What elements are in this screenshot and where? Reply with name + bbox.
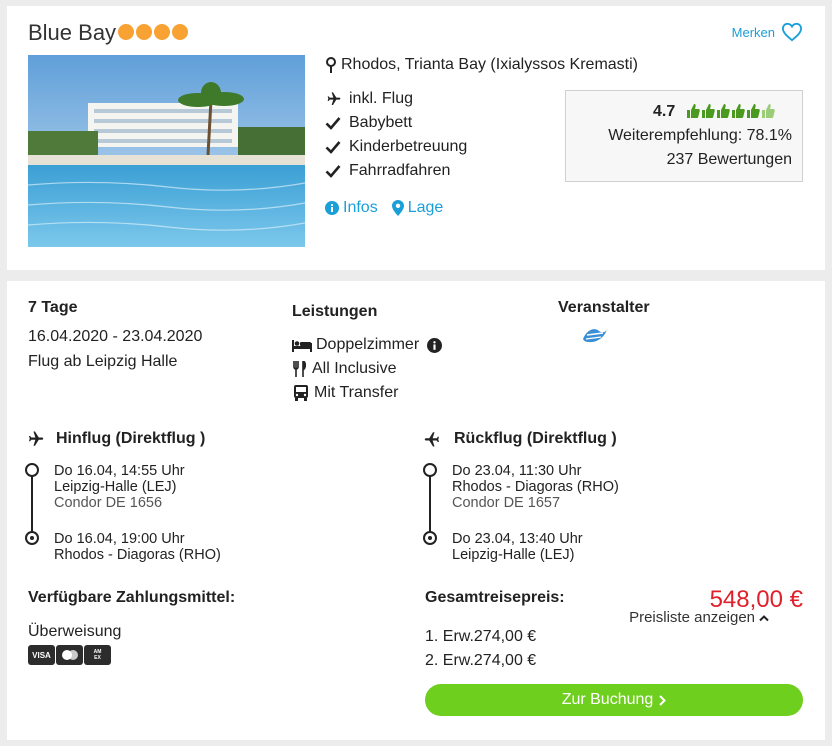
hinflug-arrival-dot — [25, 531, 39, 545]
hinflug-departure-dot — [25, 463, 39, 477]
feature-label: Kinderbetreuung — [349, 138, 468, 155]
traveller-price-1: 1. Erw.274,00 € — [425, 628, 537, 645]
thumb-up-icon — [702, 104, 715, 118]
map-pin-icon — [326, 57, 336, 73]
rueckflug-arrival-dot — [423, 531, 437, 545]
plane-icon — [29, 431, 44, 446]
feature-label: inkl. Flug — [349, 90, 414, 107]
hinflug-flight-number: Condor DE 1656 — [54, 495, 163, 511]
heart-icon — [781, 22, 803, 42]
hotel-photo[interactable] — [28, 55, 305, 247]
leistung-doppelzimmer: Doppelzimmer — [292, 336, 443, 354]
rueckflug-arr-airport: Leipzig-Halle (LEJ) — [452, 547, 575, 563]
thumb-up-icon — [732, 104, 745, 118]
thumb-up-icon — [717, 104, 730, 118]
hotel-links: Infos Lage — [325, 199, 443, 217]
hinflug-arr-airport: Rhodos - Diagoras (RHO) — [54, 547, 221, 563]
feature-item-flight: inkl. Flug — [325, 90, 413, 108]
booking-button[interactable]: Zur Buchung — [425, 684, 803, 716]
leistung-transfer: Mit Transfer — [292, 384, 398, 402]
star-icon — [154, 24, 170, 40]
rueckflug-flight-number: Condor DE 1657 — [452, 495, 561, 511]
bed-icon — [292, 340, 312, 352]
review-count: 237 Bewertungen — [666, 151, 792, 168]
veranstalter-title: Veranstalter — [558, 299, 650, 316]
feature-label: Fahrradfahren — [349, 162, 451, 179]
rueckflug-header: Rückflug (Direktflug ) — [422, 430, 617, 448]
bus-icon — [294, 385, 308, 401]
rating-box[interactable]: 4.7 Weiterempfehlung: 78.1% 237 Bewertun… — [565, 90, 803, 182]
amex-card-icon: AM EX — [84, 645, 111, 665]
thumb-up-icon — [747, 104, 760, 118]
leistung-label: Mit Transfer — [314, 384, 399, 401]
rueckflug-dep-time: Do 23.04, 11:30 Uhr — [452, 463, 582, 479]
check-icon — [325, 165, 341, 178]
hinflug-header: Hinflug (Direktflug ) — [24, 430, 205, 448]
infos-link[interactable]: Infos — [325, 199, 378, 217]
hotel-location: Rhodos, Trianta Bay (Ixialyssos Kremasti… — [325, 56, 638, 74]
merken-button[interactable]: Merken — [732, 22, 803, 42]
offer-card: 7 Tage 16.04.2020 - 23.04.2020 Flug ab L… — [7, 281, 825, 740]
map-marker-icon — [391, 200, 404, 216]
price-list-toggle[interactable]: Preisliste anzeigen — [629, 609, 769, 626]
star-icon — [172, 24, 188, 40]
rating-thumbs — [686, 103, 775, 119]
thumb-up-icon — [687, 104, 700, 118]
rueckflug-title: Rückflug (Direktflug ) — [454, 430, 617, 447]
rueckflug-departure-dot — [423, 463, 437, 477]
feature-item-kinderbetreuung: Kinderbetreuung — [325, 138, 467, 156]
hotel-stars — [118, 24, 188, 40]
hinflug-title: Hinflug (Direktflug ) — [56, 430, 206, 447]
trip-duration: 7 Tage — [28, 299, 78, 316]
trip-dates: 16.04.2020 - 23.04.2020 — [28, 328, 203, 345]
hinflug-dep-time: Do 16.04, 14:55 Uhr — [54, 463, 185, 479]
veranstalter-logo — [581, 325, 609, 352]
payment-method: Überweisung — [28, 623, 122, 640]
lage-link[interactable]: Lage — [391, 199, 444, 217]
leistungen-title: Leistungen — [292, 303, 378, 320]
info-icon — [325, 201, 339, 215]
rueckflug-arr-time: Do 23.04, 13:40 Uhr — [452, 531, 583, 547]
hinflug-arr-time: Do 16.04, 19:00 Uhr — [54, 531, 185, 547]
cutlery-icon — [293, 361, 307, 377]
payment-title: Verfügbare Zahlungsmittel: — [28, 589, 236, 606]
check-icon — [325, 117, 341, 130]
rating-score: 4.7 — [653, 103, 676, 120]
check-icon — [325, 141, 341, 154]
mastercard-icon — [56, 645, 83, 665]
lage-label: Lage — [407, 199, 444, 216]
total-title: Gesamtreisepreis: — [425, 589, 565, 606]
hotel-card: Blue Bay Merken Rhodos, Trianta Bay (Ixi… — [7, 6, 825, 270]
booking-button-label: Zur Buchung — [561, 691, 654, 708]
merken-label: Merken — [731, 24, 775, 40]
leistung-label: All Inclusive — [312, 360, 397, 377]
recommendation-rate: Weiterempfehlung: 78.1% — [608, 127, 792, 144]
hotel-name[interactable]: Blue Bay — [28, 20, 116, 46]
rueckflug-dep-airport: Rhodos - Diagoras (RHO) — [452, 479, 619, 495]
feature-item-fahrradfahren: Fahrradfahren — [325, 162, 450, 180]
visa-card-icon: VISA — [28, 645, 55, 665]
plane-return-icon — [424, 432, 439, 447]
leistung-label: Doppelzimmer — [316, 336, 420, 353]
traveller-price-2: 2. Erw.274,00 € — [425, 652, 537, 669]
chevron-right-icon — [659, 694, 667, 706]
leistung-all-inclusive: All Inclusive — [292, 360, 396, 378]
departure-airport: Flug ab Leipzig Halle — [28, 353, 178, 370]
star-icon — [118, 24, 134, 40]
price-list-label: Preisliste anzeigen — [629, 609, 755, 626]
plane-icon — [327, 92, 341, 105]
info-icon[interactable] — [427, 337, 443, 353]
feature-item-babybett: Babybett — [325, 114, 412, 132]
star-icon — [136, 24, 152, 40]
hinflug-dep-airport: Leipzig-Halle (LEJ) — [54, 479, 177, 495]
location-text: Rhodos, Trianta Bay (Ixialyssos Kremasti… — [341, 56, 638, 73]
thumb-up-icon — [762, 104, 775, 118]
payment-cards: VISA AM EX — [28, 645, 111, 665]
infos-label: Infos — [343, 199, 378, 216]
chevron-up-icon — [759, 614, 769, 621]
feature-label: Babybett — [349, 114, 413, 131]
